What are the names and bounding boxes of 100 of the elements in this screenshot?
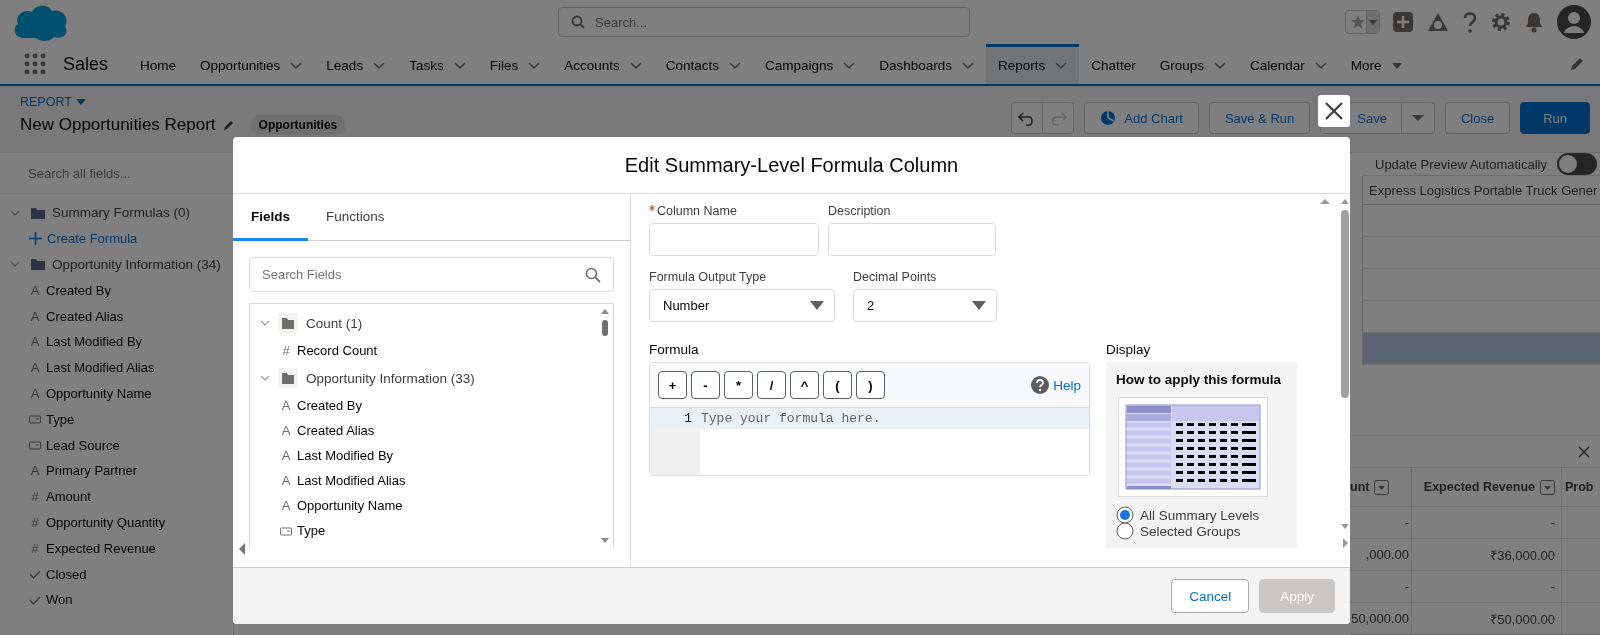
plus-icon[interactable] [1392,11,1414,33]
column-menu-icon[interactable] [1374,479,1390,495]
field-item[interactable]: Amount [46,489,91,505]
nav-tab[interactable]: Calendar [1237,44,1339,84]
number-type-icon: # [29,540,41,556]
operator-button[interactable]: - [691,371,720,399]
formula-editor[interactable]: + - * / ^ ( ) Help 1 Type your formula here. [649,362,1090,476]
field-item[interactable]: Created By [46,282,112,298]
help-link[interactable]: Help [1031,376,1081,394]
scroll-left-icon[interactable] [238,543,246,555]
operator-button[interactable]: * [724,371,753,399]
cancel-button[interactable]: Cancel [1171,579,1250,613]
nav-tab[interactable]: Groups [1147,44,1238,84]
radio-option[interactable]: All Summary Levels [1116,507,1297,523]
nav-tab[interactable]: Files [477,44,553,84]
search-input[interactable]: Search all fields... [28,165,205,181]
operator-button[interactable]: + [658,371,687,399]
run-button[interactable]: Run [1520,102,1590,134]
table-cell: - [1404,579,1409,594]
close-button[interactable] [1318,95,1350,127]
close-icon[interactable] [1578,445,1590,458]
chevron-down-icon[interactable] [260,373,270,383]
toolbar-button[interactable]: Save & Run [1208,102,1311,134]
field-item[interactable]: Opportunity Quantity [46,514,166,530]
nav-tab[interactable]: Campaigns [753,44,868,84]
field-item[interactable]: Last Modified By [297,448,394,463]
pencil-icon[interactable] [222,119,235,131]
toggle-switch[interactable] [1557,153,1597,175]
tab[interactable]: Fields [233,194,308,241]
avatar-icon[interactable] [1556,4,1592,40]
create-formula-link[interactable]: Create Formula [47,231,138,247]
field-item[interactable]: Opportunity Name [46,385,152,401]
notification-icon[interactable] [1524,11,1544,33]
nav-tab[interactable]: Chatter [1079,44,1148,84]
field-item[interactable]: Created Alias [46,308,124,324]
operator-button[interactable]: ( [823,371,852,399]
dropdown[interactable]: 2 [853,289,997,322]
search-input[interactable]: Search Fields [262,267,577,282]
nav-tab[interactable]: Contacts [653,44,753,84]
operator-button[interactable]: ^ [790,371,819,399]
text-type-icon: A [29,282,41,298]
table-cell: - [1404,515,1409,530]
search-field[interactable]: Search all fields... [0,153,233,194]
field-item[interactable]: Created Alias [297,423,375,438]
search-field[interactable]: Search... [558,7,970,37]
chevron-down-icon[interactable] [260,318,270,328]
help-icon[interactable] [1462,11,1478,33]
field-item[interactable]: Record Count [297,343,378,358]
chevron-down-icon [729,59,741,72]
nav-tab[interactable]: Home [128,44,189,84]
operator-button[interactable]: ) [856,371,885,399]
app-launcher-icon[interactable] [24,53,46,75]
field-item[interactable]: Primary Partner [46,463,138,479]
field-item[interactable]: Type [297,523,326,538]
toolbar-button[interactable]: Close [1444,102,1511,134]
tab[interactable]: Functions [308,194,403,241]
picklist-type-icon [280,524,292,537]
field-item[interactable]: Last Modified Alias [297,473,406,488]
folder-label: Opportunity Information (34) [52,257,221,272]
field-item[interactable]: Lead Source [46,437,120,453]
search-field[interactable]: Search Fields [249,257,614,292]
table-cell-text: ₹36,000.00 [1490,546,1555,564]
report-type-menu[interactable]: REPORT [20,95,347,109]
number-type-icon: # [29,514,41,530]
add-chart-button[interactable]: Add Chart [1084,102,1199,134]
operator-button[interactable]: / [757,371,786,399]
picklist-type-icon [29,413,41,426]
nav-tab[interactable]: Accounts [552,44,654,84]
field-item[interactable]: Won [46,592,73,608]
nav-tab[interactable]: Leads [314,44,398,84]
code-input[interactable]: Type your formula here. [700,408,1089,475]
field-item[interactable]: Last Modified By [46,334,143,350]
field-item[interactable]: Last Modified Alias [46,360,155,376]
nav-tab[interactable]: Dashboards [867,44,987,84]
nav-tab[interactable]: More [1338,44,1416,84]
field-item[interactable]: Closed [46,566,87,582]
input-field[interactable] [828,223,996,256]
nav-tab[interactable]: Tasks [397,44,478,84]
radio-option[interactable]: Selected Groups [1116,523,1297,539]
dropdown[interactable]: Number [649,289,835,322]
dropdown-button[interactable] [1401,102,1435,134]
line-number: 1 [650,408,700,429]
picklist-type-icon [29,439,41,452]
chevron-down-icon [629,59,642,72]
field-item[interactable]: Type [46,411,75,427]
search-input[interactable]: Search... [595,14,957,30]
folder-label: Summary Formulas (0) [52,205,191,221]
toggle-label: Update Preview Automatically [1375,156,1547,172]
table-cell-text: ₹50,000.00 [1490,610,1555,628]
column-menu-icon[interactable] [1540,479,1555,495]
settings-icon[interactable] [1490,11,1512,33]
nav-tab[interactable]: Reports [986,44,1080,84]
input-field[interactable] [649,223,819,256]
panel-heading: How to apply this formula [1116,372,1282,387]
field-item[interactable]: Opportunity Name [297,498,403,513]
field-item[interactable]: Created By [297,398,363,413]
favorites-button[interactable] [1345,10,1380,34]
nav-tab[interactable]: Opportunities [188,44,315,84]
field-item[interactable]: Expected Revenue [46,540,156,556]
pencil-icon[interactable] [1570,57,1584,71]
